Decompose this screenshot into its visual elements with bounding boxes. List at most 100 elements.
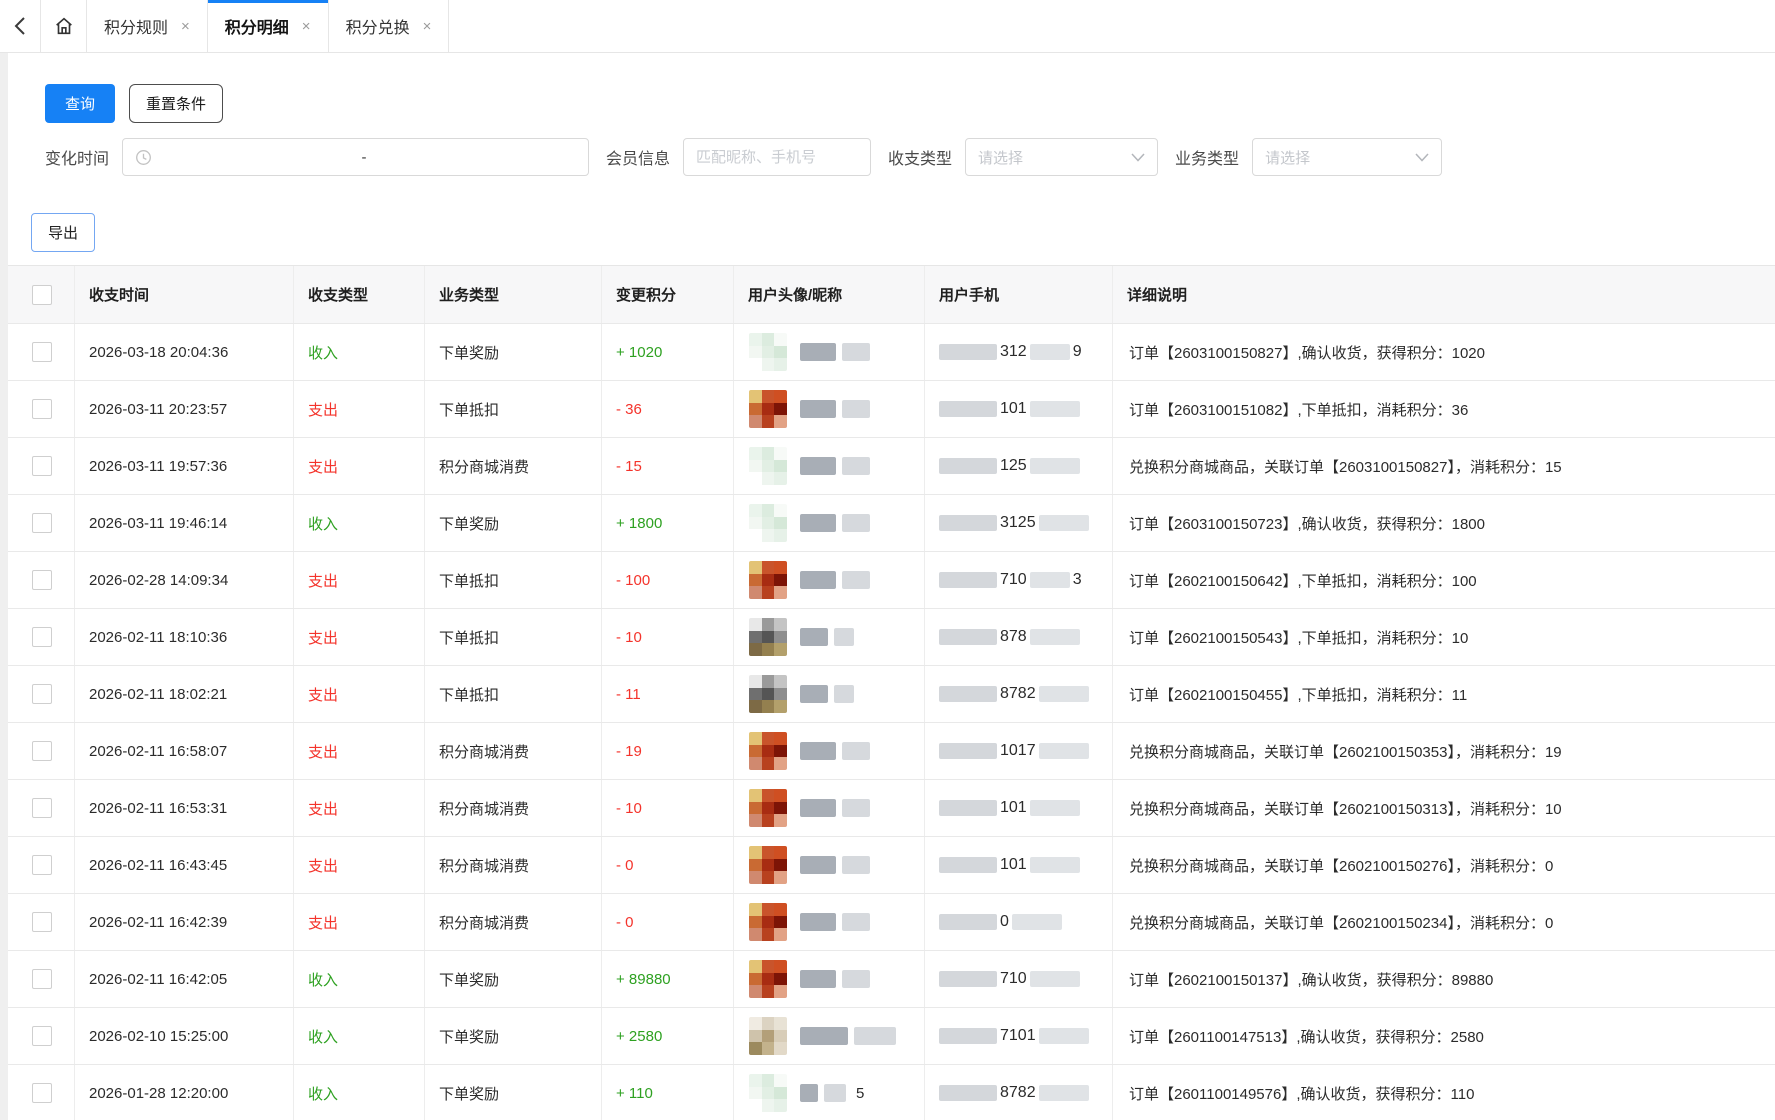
- phone-visible-digits: 0: [999, 913, 1010, 931]
- home-tab[interactable]: [40, 0, 87, 52]
- row-checkbox[interactable]: [32, 798, 52, 818]
- cell-avatar-nick: [734, 609, 925, 665]
- close-icon[interactable]: ×: [302, 18, 311, 35]
- avatar-pixel: [762, 390, 775, 403]
- cell-description: 兑换积分商城商品，关联订单【2602100150276】，消耗积分：0: [1113, 837, 1775, 893]
- nickname-blur-block: [854, 1027, 896, 1045]
- nickname-blur-block: [800, 1027, 848, 1045]
- row-checkbox[interactable]: [32, 1083, 52, 1103]
- table-row: 2026-02-11 18:02:21支出下单抵扣- 118782订单【2602…: [8, 666, 1775, 723]
- phone-blur-block: [1030, 629, 1080, 645]
- avatar-pixel: [774, 618, 787, 631]
- cell-phone: 0: [925, 894, 1113, 950]
- date-range-input[interactable]: -: [122, 138, 589, 176]
- biz-type-select-value: 请选择: [1265, 147, 1310, 168]
- close-icon[interactable]: ×: [181, 18, 190, 35]
- row-checkbox[interactable]: [32, 456, 52, 476]
- cell-checkbox: [8, 609, 75, 665]
- cell-time: 2026-02-11 16:58:07: [75, 723, 294, 779]
- phone-blur-block: [939, 1085, 997, 1101]
- user-avatar: [749, 390, 787, 428]
- tab-points-exchange[interactable]: 积分兑换 ×: [329, 0, 450, 52]
- io-type-label: 收支类型: [888, 145, 952, 169]
- avatar-pixel: [774, 732, 787, 745]
- avatar-pixel: [774, 472, 787, 485]
- filter-row: 变化时间 - 会员信息 收支类型 请选择 业务类型 请选择: [45, 138, 1775, 176]
- nickname-blur: [800, 571, 870, 589]
- phone-blur-block: [1012, 914, 1062, 930]
- row-checkbox[interactable]: [32, 342, 52, 362]
- avatar-pixel: [762, 928, 775, 941]
- phone-visible-digits: 101: [999, 400, 1028, 418]
- avatar-pixel: [749, 745, 762, 758]
- tab-points-details[interactable]: 积分明细 ×: [208, 0, 329, 52]
- table-row: 2026-02-11 16:58:07支出积分商城消费- 191017兑换积分商…: [8, 723, 1775, 780]
- member-search-input[interactable]: [683, 138, 871, 176]
- cell-description: 兑换积分商城商品，关联订单【2603100150827】，消耗积分：15: [1113, 438, 1775, 494]
- avatar-pixel: [762, 403, 775, 416]
- user-avatar: [749, 1017, 787, 1055]
- nickname-blur-block: [842, 856, 870, 874]
- avatar-pixel: [762, 814, 775, 827]
- avatar-pixel: [762, 574, 775, 587]
- nickname-blur-block: [800, 628, 828, 646]
- cell-description: 订单【2601100149576】,确认收货，获得积分：110: [1113, 1065, 1775, 1120]
- clock-icon: [135, 149, 152, 166]
- avatar-pixel: [749, 333, 762, 346]
- cell-avatar-nick: [734, 552, 925, 608]
- nickname-blur-block: [800, 799, 836, 817]
- avatar-pixel: [774, 960, 787, 973]
- cell-biz-type: 积分商城消费: [425, 837, 602, 893]
- row-checkbox[interactable]: [32, 855, 52, 875]
- row-checkbox[interactable]: [32, 684, 52, 704]
- cell-checkbox: [8, 723, 75, 779]
- row-checkbox[interactable]: [32, 912, 52, 932]
- row-checkbox[interactable]: [32, 627, 52, 647]
- avatar-pixel: [762, 789, 775, 802]
- cell-checkbox: [8, 438, 75, 494]
- cell-biz-type: 下单抵扣: [425, 609, 602, 665]
- reset-conditions-button[interactable]: 重置条件: [129, 84, 223, 123]
- cell-io-type: 收入: [294, 324, 425, 380]
- tab-points-rules[interactable]: 积分规则 ×: [87, 0, 208, 52]
- row-checkbox[interactable]: [32, 741, 52, 761]
- export-button[interactable]: 导出: [31, 213, 95, 252]
- avatar-pixel: [774, 802, 787, 815]
- row-checkbox[interactable]: [32, 570, 52, 590]
- cell-io-type: 支出: [294, 837, 425, 893]
- cell-time: 2026-03-11 19:46:14: [75, 495, 294, 551]
- row-checkbox[interactable]: [32, 969, 52, 989]
- avatar-pixel: [762, 1099, 775, 1112]
- biz-type-select[interactable]: 请选择: [1252, 138, 1442, 176]
- avatar-pixel: [762, 859, 775, 872]
- row-checkbox[interactable]: [32, 513, 52, 533]
- query-button[interactable]: 查询: [45, 84, 115, 123]
- select-all-checkbox[interactable]: [32, 285, 52, 305]
- nickname-blur: [800, 628, 854, 646]
- close-icon[interactable]: ×: [423, 18, 432, 35]
- io-type-select[interactable]: 请选择: [965, 138, 1158, 176]
- row-checkbox[interactable]: [32, 1026, 52, 1046]
- nickname-blur-block: [842, 514, 870, 532]
- table-row: 2026-03-18 20:04:36收入下单奖励+ 10203129订单【26…: [8, 324, 1775, 381]
- cell-avatar-nick: [734, 951, 925, 1007]
- row-checkbox[interactable]: [32, 399, 52, 419]
- nickname-blur-block: [800, 400, 836, 418]
- cell-description: 订单【2602100150543】,下单抵扣，消耗积分：10: [1113, 609, 1775, 665]
- avatar-pixel: [762, 631, 775, 644]
- avatar-pixel: [774, 631, 787, 644]
- cell-points: + 89880: [602, 951, 734, 1007]
- back-button[interactable]: [0, 0, 40, 52]
- cell-phone: 7101: [925, 1008, 1113, 1064]
- user-avatar: [749, 618, 787, 656]
- avatar-pixel: [749, 346, 762, 359]
- cell-io-type: 收入: [294, 1065, 425, 1120]
- member-info-label: 会员信息: [606, 145, 670, 169]
- cell-points: + 110: [602, 1065, 734, 1120]
- nickname-blur-block: [800, 571, 836, 589]
- nickname-blur: [800, 856, 870, 874]
- cell-description: 订单【2602100150642】,下单抵扣，消耗积分：100: [1113, 552, 1775, 608]
- cell-time: 2026-03-18 20:04:36: [75, 324, 294, 380]
- user-avatar: [749, 561, 787, 599]
- cell-phone: 3125: [925, 495, 1113, 551]
